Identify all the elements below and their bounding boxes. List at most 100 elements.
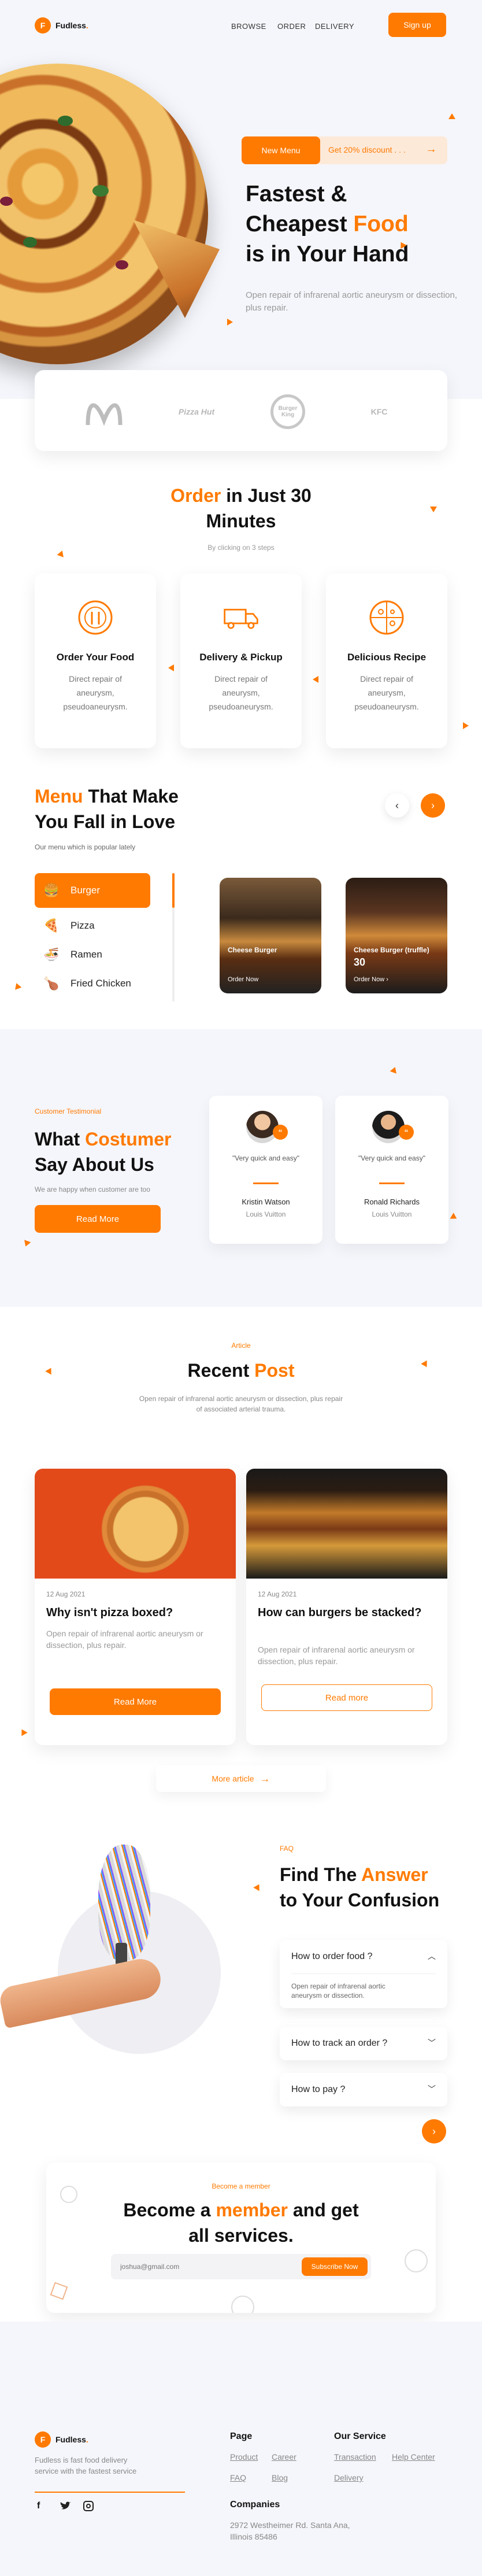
menu-prev-button[interactable]: ‹ xyxy=(385,793,409,818)
decor-triangle xyxy=(253,1882,262,1891)
testimonial-title: What Costumer Say About Us xyxy=(35,1129,172,1175)
blog-post-card[interactable]: 12 Aug 2021 How can burgers be stacked? … xyxy=(246,1469,447,1745)
order-title: Order in Just 30 Minutes xyxy=(170,485,312,531)
footer-service-heading: Our Service xyxy=(334,2431,386,2441)
footer-link-help-center[interactable]: Help Center xyxy=(392,2452,435,2462)
order-subtitle: By clicking on 3 steps xyxy=(207,544,275,552)
faq-eyebrow: FAQ xyxy=(280,1845,294,1853)
step-title: Delivery & Pickup xyxy=(199,652,283,663)
faq-item-expanded[interactable]: How to order food ? ︿ Open repair of inf… xyxy=(280,1940,447,2008)
food-name: Cheese Burger (truffle) xyxy=(354,946,429,954)
read-more-button[interactable]: Read more xyxy=(261,1684,432,1711)
fried-chicken-icon: 🍗 xyxy=(43,976,60,991)
hero-title: Fastest & Cheapest Food is in Your Hand xyxy=(246,182,409,267)
instagram-icon[interactable] xyxy=(83,2501,94,2511)
divider xyxy=(379,1182,405,1184)
chevron-down-icon[interactable]: ﹀ xyxy=(428,2037,436,2049)
order-now-link[interactable]: Order Now xyxy=(228,976,258,983)
post-date: 12 Aug 2021 xyxy=(258,1590,297,1598)
brand-burgerking-logo: Burger King xyxy=(265,393,311,430)
reviewer-company: Louis Vuitton xyxy=(246,1210,286,1218)
new-menu-button[interactable]: New Menu xyxy=(242,136,320,164)
decor-triangle xyxy=(227,319,233,326)
decor-triangle xyxy=(57,549,66,557)
chevron-down-icon[interactable]: ﹀ xyxy=(428,2083,436,2095)
subscribe-form: Subscribe Now xyxy=(111,2254,371,2279)
arrow-right-icon: → xyxy=(259,1772,270,1784)
read-more-button[interactable]: Read More xyxy=(50,1688,221,1715)
more-article-button[interactable]: More article → xyxy=(156,1765,326,1792)
hero-promo-pill[interactable]: New Menu Get 20% discount . . . → xyxy=(242,136,447,164)
pizza-icon xyxy=(368,599,405,636)
burger-post-image xyxy=(246,1469,447,1579)
divider xyxy=(35,2492,185,2493)
menu-item-ramen[interactable]: 🍜 Ramen xyxy=(35,940,179,969)
chevron-up-icon[interactable]: ︿ xyxy=(428,1950,436,1962)
divider xyxy=(253,1182,279,1184)
footer-link-product[interactable]: Product xyxy=(230,2452,258,2462)
footer-link-delivery[interactable]: Delivery xyxy=(334,2473,364,2482)
footer-logo[interactable]: F Fudless. xyxy=(35,2431,88,2448)
menu-next-button[interactable]: › xyxy=(421,793,445,818)
pizza-post-image xyxy=(35,1469,236,1579)
faq-question: How to pay ? xyxy=(291,2085,346,2094)
post-desc: Open repair of infrarenal aortic aneurys… xyxy=(258,1645,415,1666)
footer-link-career[interactable]: Career xyxy=(272,2452,296,2462)
faq-item[interactable]: How to track an order ? ﹀ xyxy=(280,2027,447,2060)
quote-icon: “ xyxy=(399,1125,414,1140)
subscribe-button[interactable]: Subscribe Now xyxy=(302,2257,368,2276)
menu-title: Menu That Make You Fall in Love xyxy=(35,786,179,832)
reviewer-name: Kristin Watson xyxy=(242,1198,290,1206)
testimonial-subtitle: We are happy when customer are too xyxy=(35,1185,150,1193)
avatar xyxy=(372,1111,405,1143)
blog-eyebrow: Article xyxy=(231,1341,251,1350)
food-card-cheese-burger-truffle[interactable]: Cheese Burger (truffle) 30 Order Now › xyxy=(346,878,447,993)
menu-scrollbar[interactable] xyxy=(172,873,175,1001)
nav-browse[interactable]: BROWSE xyxy=(231,22,266,31)
blog-post-card[interactable]: 12 Aug 2021 Why isn't pizza boxed? Open … xyxy=(35,1469,236,1745)
reviewer-name: Ronald Richards xyxy=(364,1198,420,1206)
hero-pizza-image xyxy=(0,64,208,364)
post-title[interactable]: How can burgers be stacked? xyxy=(258,1605,436,1621)
brand-mcdonalds-logo xyxy=(81,393,127,430)
faq-question: How to order food ? xyxy=(291,1952,373,1961)
footer-link-faq[interactable]: FAQ xyxy=(230,2473,246,2482)
step-title: Order Your Food xyxy=(56,652,135,663)
decor-triangle xyxy=(13,982,22,990)
footer-link-blog[interactable]: Blog xyxy=(272,2473,288,2482)
email-input[interactable] xyxy=(120,2260,294,2274)
avatar xyxy=(246,1111,279,1143)
discount-text: Get 20% discount . . . xyxy=(328,145,406,154)
arrow-right-icon: → xyxy=(425,143,437,156)
post-title[interactable]: Why isn't pizza boxed? xyxy=(46,1605,224,1621)
brand-logo[interactable]: F Fudless. xyxy=(35,17,88,34)
read-more-button[interactable]: Read More xyxy=(35,1205,161,1233)
menu-item-fried-chicken[interactable]: 🍗 Fried Chicken xyxy=(35,969,179,998)
burger-icon: 🍔 xyxy=(43,883,60,897)
footer-companies-heading: Companies xyxy=(230,2500,280,2510)
food-card-cheese-burger[interactable]: Cheese Burger Order Now xyxy=(220,878,321,993)
footer-link-transaction[interactable]: Transaction xyxy=(334,2452,376,2462)
testimonial-eyebrow: Customer Testimonial xyxy=(35,1107,102,1115)
twitter-icon[interactable] xyxy=(60,2501,72,2511)
decor-triangle xyxy=(168,664,174,671)
hero-subtitle: Open repair of infrarenal aortic aneurys… xyxy=(246,290,458,313)
step-desc: Direct repair of aneurysm, pseudoaneurys… xyxy=(63,674,128,711)
order-now-link[interactable]: Order Now › xyxy=(354,976,388,983)
menu-item-burger[interactable]: 🍔 Burger xyxy=(35,873,150,908)
facebook-icon[interactable]: f xyxy=(37,2501,40,2511)
nav-order[interactable]: ORDER xyxy=(277,22,306,31)
step-card-order: Order Your Food Direct repair of aneurys… xyxy=(35,574,156,748)
decor-triangle xyxy=(313,676,318,683)
chevron-right-icon: › xyxy=(386,976,388,983)
menu-item-pizza[interactable]: 🍕 Pizza xyxy=(35,911,179,940)
logo-icon: F xyxy=(35,2431,51,2448)
faq-title: Find The Answer to Your Confusion xyxy=(280,1864,440,1910)
faq-item[interactable]: How to pay ? ﹀ xyxy=(280,2073,447,2106)
faq-next-button[interactable]: › xyxy=(422,2119,446,2143)
menu-category-list: 🍔 Burger 🍕 Pizza 🍜 Ramen 🍗 Fried Chicken xyxy=(35,873,179,998)
post-desc: Open repair of infrarenal aortic aneurys… xyxy=(46,1629,203,1650)
signup-button[interactable]: Sign up xyxy=(388,13,446,37)
footer-address: 2972 Westheimer Rd. Santa Ana, Illinois … xyxy=(230,2520,350,2541)
nav-delivery[interactable]: DELIVERY xyxy=(315,22,354,31)
